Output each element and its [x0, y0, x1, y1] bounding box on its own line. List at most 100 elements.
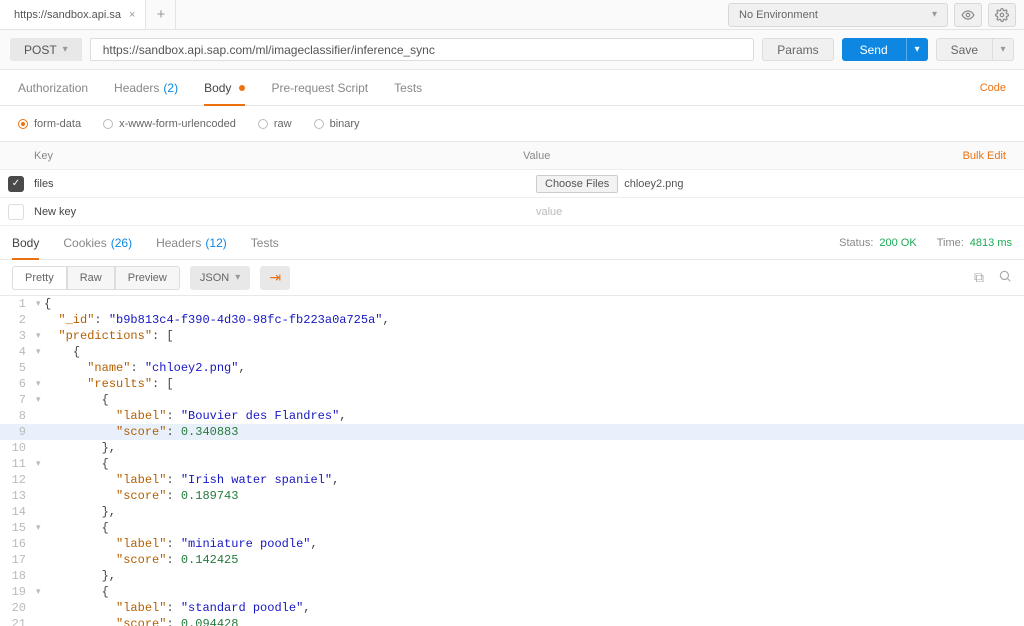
fold-icon[interactable]: ▾ — [36, 344, 44, 360]
fold-icon[interactable]: ▾ — [36, 456, 44, 472]
code-text: "score": 0.142425 — [44, 552, 1024, 568]
view-pretty[interactable]: Pretty — [12, 266, 67, 290]
code-line[interactable]: 7▾ { — [0, 392, 1024, 408]
chevron-down-icon: ▾ — [1000, 44, 1005, 55]
tab-headers[interactable]: Headers (2) — [114, 70, 178, 105]
code-line[interactable]: 16 "label": "miniature poodle", — [0, 536, 1024, 552]
view-preview[interactable]: Preview — [115, 266, 180, 290]
url-input[interactable]: https://sandbox.api.sap.com/ml/imageclas… — [90, 38, 755, 61]
fold-icon — [36, 568, 44, 584]
tab-prerequest[interactable]: Pre-request Script — [271, 70, 368, 105]
code-link[interactable]: Code — [980, 82, 1006, 94]
code-text: "label": "miniature poodle", — [44, 536, 1024, 552]
send-dropdown[interactable]: ▾ — [906, 38, 928, 61]
resp-tab-headers[interactable]: Headers(12) — [156, 226, 227, 259]
tabbar: https://sandbox.api.sa × + No Environmen… — [0, 0, 1024, 30]
code-line[interactable]: 4▾ { — [0, 344, 1024, 360]
fold-icon[interactable]: ▾ — [36, 296, 44, 312]
chevron-down-icon: ▾ — [932, 9, 937, 20]
fold-icon — [36, 440, 44, 456]
code-text: { — [44, 296, 1024, 312]
code-line[interactable]: 21 "score": 0.094428 — [0, 616, 1024, 626]
code-text: "_id": "b9b813c4-f390-4d30-98fc-fb223a0a… — [44, 312, 1024, 328]
resp-tab-cookies[interactable]: Cookies(26) — [63, 226, 132, 259]
environment-select[interactable]: No Environment ▾ — [728, 3, 948, 27]
code-line[interactable]: 19▾ { — [0, 584, 1024, 600]
fold-icon — [36, 536, 44, 552]
fold-icon — [36, 408, 44, 424]
code-text: "label": "Irish water spaniel", — [44, 472, 1024, 488]
radio-urlencoded[interactable]: x-www-form-urlencoded — [103, 118, 236, 130]
resp-tab-body[interactable]: Body — [12, 226, 39, 259]
code-line[interactable]: 3▾ "predictions": [ — [0, 328, 1024, 344]
wrap-toggle[interactable]: ⇥ — [260, 266, 290, 290]
code-line[interactable]: 11▾ { — [0, 456, 1024, 472]
copy-icon[interactable]: ⧉ — [974, 269, 984, 286]
time-value: 4813 ms — [970, 237, 1012, 249]
line-number: 21 — [0, 616, 34, 626]
row-checkbox[interactable]: ✓ — [8, 176, 24, 192]
code-line[interactable]: 1▾{ — [0, 296, 1024, 312]
code-line[interactable]: 6▾ "results": [ — [0, 376, 1024, 392]
code-text: "results": [ — [44, 376, 1024, 392]
fold-icon[interactable]: ▾ — [36, 328, 44, 344]
code-text: { — [44, 456, 1024, 472]
view-raw[interactable]: Raw — [67, 266, 115, 290]
radio-raw[interactable]: raw — [258, 118, 292, 130]
code-line[interactable]: 10 }, — [0, 440, 1024, 456]
request-tab[interactable]: https://sandbox.api.sa × — [0, 0, 146, 29]
line-number: 18 — [0, 568, 34, 584]
response-body[interactable]: 1▾{2 "_id": "b9b813c4-f390-4d30-98fc-fb2… — [0, 296, 1024, 626]
format-select[interactable]: JSON ▾ — [190, 266, 250, 290]
kv-key-input[interactable]: New key — [34, 206, 536, 218]
code-line[interactable]: 20 "label": "standard poodle", — [0, 600, 1024, 616]
tab-tests[interactable]: Tests — [394, 70, 422, 105]
resp-tab-tests[interactable]: Tests — [251, 226, 279, 259]
code-line[interactable]: 2 "_id": "b9b813c4-f390-4d30-98fc-fb223a… — [0, 312, 1024, 328]
method-select[interactable]: POST ▾ — [10, 38, 82, 61]
line-number: 16 — [0, 536, 34, 552]
kv-key-header: Key — [34, 150, 523, 162]
code-line[interactable]: 17 "score": 0.142425 — [0, 552, 1024, 568]
fold-icon[interactable]: ▾ — [36, 520, 44, 536]
code-line[interactable]: 15▾ { — [0, 520, 1024, 536]
code-text: }, — [44, 504, 1024, 520]
fold-icon[interactable]: ▾ — [36, 584, 44, 600]
code-line[interactable]: 9 "score": 0.340883 — [0, 424, 1024, 440]
bulk-edit-link[interactable]: Bulk Edit — [963, 150, 1012, 162]
tab-body[interactable]: Body — [204, 70, 245, 105]
code-line[interactable]: 12 "label": "Irish water spaniel", — [0, 472, 1024, 488]
kv-value-input[interactable]: value — [536, 206, 1012, 218]
row-checkbox[interactable] — [8, 204, 24, 220]
code-line[interactable]: 18 }, — [0, 568, 1024, 584]
kv-value: Choose Files chloey2.png — [536, 175, 1012, 193]
close-icon[interactable]: × — [129, 9, 135, 21]
save-button[interactable]: Save — [936, 38, 993, 61]
params-button[interactable]: Params — [762, 38, 833, 61]
code-line[interactable]: 8 "label": "Bouvier des Flandres", — [0, 408, 1024, 424]
add-tab-button[interactable]: + — [146, 0, 176, 29]
chevron-down-icon: ▾ — [63, 44, 68, 55]
fold-icon — [36, 424, 44, 440]
search-icon[interactable] — [998, 269, 1012, 286]
fold-icon[interactable]: ▾ — [36, 376, 44, 392]
code-line[interactable]: 13 "score": 0.189743 — [0, 488, 1024, 504]
fold-icon[interactable]: ▾ — [36, 392, 44, 408]
code-line[interactable]: 14 }, — [0, 504, 1024, 520]
request-row: POST ▾ https://sandbox.api.sap.com/ml/im… — [0, 30, 1024, 70]
choose-files-button[interactable]: Choose Files — [536, 175, 618, 193]
code-line[interactable]: 5 "name": "chloey2.png", — [0, 360, 1024, 376]
environment-preview-button[interactable] — [954, 3, 982, 27]
radio-binary[interactable]: binary — [314, 118, 360, 130]
fold-icon — [36, 552, 44, 568]
status-label: Status: — [839, 237, 873, 249]
radio-formdata[interactable]: form-data — [18, 118, 81, 130]
save-dropdown[interactable]: ▾ — [992, 38, 1014, 61]
kv-key[interactable]: files — [34, 178, 536, 190]
environment-settings-button[interactable] — [988, 3, 1016, 27]
code-text: "label": "Bouvier des Flandres", — [44, 408, 1024, 424]
line-number: 15 — [0, 520, 34, 536]
body-type-radios: form-data x-www-form-urlencoded raw bina… — [0, 106, 1024, 142]
tab-authorization[interactable]: Authorization — [18, 70, 88, 105]
send-button[interactable]: Send — [842, 38, 906, 61]
